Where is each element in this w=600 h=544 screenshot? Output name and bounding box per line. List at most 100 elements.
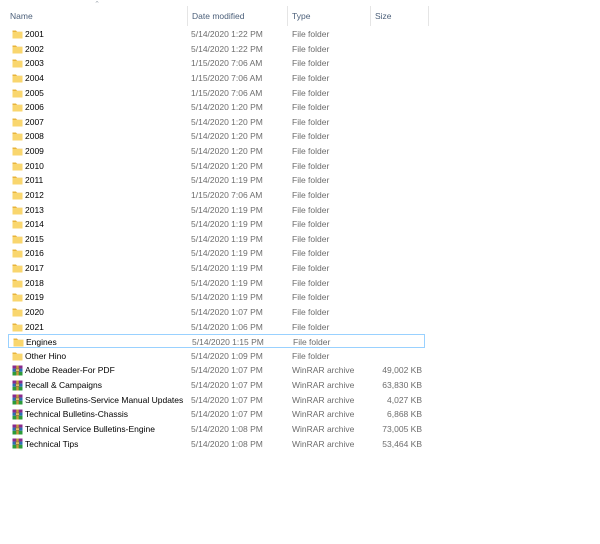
item-date-modified: 5/14/2020 1:19 PM: [191, 263, 263, 274]
item-type: WinRAR archive: [292, 438, 355, 449]
folder-row[interactable]: 2003 1/15/2020 7:06 AM File folder: [8, 56, 425, 70]
folder-row[interactable]: 2016 5/14/2020 1:19 PM File folder: [8, 246, 425, 260]
folder-icon: [12, 278, 23, 288]
item-date-modified: 5/14/2020 1:09 PM: [191, 350, 263, 361]
item-name: 2018: [25, 277, 44, 288]
item-date-modified: 5/14/2020 1:19 PM: [191, 248, 263, 259]
item-type: File folder: [292, 350, 330, 361]
file-row[interactable]: Technical Tips 5/14/2020 1:08 PM WinRAR ar…: [8, 437, 425, 451]
column-header-type[interactable]: Type: [292, 6, 310, 26]
sort-ascending-icon: ⌃: [94, 1, 100, 8]
item-name: Technical Service Bulletins-Engine: [25, 424, 155, 434]
folder-row[interactable]: 2009 5/14/2020 1:20 PM File folder: [8, 144, 425, 158]
file-row[interactable]: Technical Bulletins-Chassis 5/14/2020 1:0…: [8, 407, 425, 421]
item-date-modified: 5/14/2020 1:07 PM: [191, 394, 263, 405]
folder-row[interactable]: Engines 5/14/2020 1:15 PM File folder: [8, 334, 425, 349]
winrar-archive-icon: [12, 409, 23, 420]
item-date-modified: 5/14/2020 1:08 PM: [191, 424, 263, 434]
item-type: File folder: [292, 175, 330, 186]
item-name: 2017: [25, 263, 44, 274]
folder-row[interactable]: 2019 5/14/2020 1:19 PM File folder: [8, 290, 425, 304]
folder-row[interactable]: 2011 5/14/2020 1:19 PM File folder: [8, 173, 425, 187]
item-date-modified: 5/14/2020 1:22 PM: [191, 29, 263, 39]
file-row[interactable]: Adobe Reader-For PDF 5/14/2020 1:07 PM Win…: [8, 363, 425, 377]
folder-icon: [13, 337, 24, 347]
item-date-modified: 1/15/2020 7:06 AM: [191, 87, 263, 98]
folder-row[interactable]: 2006 5/14/2020 1:20 PM File folder: [8, 100, 425, 114]
folder-row[interactable]: 2021 5/14/2020 1:06 PM File folder: [8, 320, 425, 334]
folder-icon: [12, 190, 23, 200]
winrar-archive-icon: [12, 380, 23, 391]
folder-row[interactable]: 2012 1/15/2020 7:06 AM File folder: [8, 188, 425, 202]
file-row[interactable]: Service Bulletins-Service Manual Updates…: [8, 393, 425, 407]
item-name: 2007: [25, 116, 44, 127]
item-name: 2019: [25, 292, 44, 303]
item-type: File folder: [292, 29, 330, 39]
item-name: 2010: [25, 160, 44, 171]
item-name: 2004: [25, 72, 44, 83]
folder-icon: [12, 44, 23, 54]
folder-icon: [12, 307, 23, 317]
item-type: WinRAR archive: [292, 394, 355, 405]
item-type: File folder: [292, 219, 330, 230]
item-size: 49,002 KB: [382, 365, 422, 376]
item-size: 63,830 KB: [382, 380, 422, 391]
file-row[interactable]: Technical Service Bulletins-Engine 5/14/2…: [8, 422, 425, 436]
folder-row[interactable]: 2004 1/15/2020 7:06 AM File folder: [8, 71, 425, 85]
item-type: File folder: [292, 160, 330, 171]
item-size: 4,027 KB: [387, 394, 422, 405]
folder-icon: [12, 175, 23, 185]
column-divider[interactable]: [370, 6, 371, 26]
folder-row[interactable]: 2018 5/14/2020 1:19 PM File folder: [8, 276, 425, 290]
folder-row[interactable]: 2014 5/14/2020 1:19 PM File folder: [8, 217, 425, 231]
item-date-modified: 1/15/2020 7:06 AM: [191, 189, 263, 200]
folder-row[interactable]: 2015 5/14/2020 1:19 PM File folder: [8, 232, 425, 246]
folder-row[interactable]: 2017 5/14/2020 1:19 PM File folder: [8, 261, 425, 275]
folder-row[interactable]: 2020 5/14/2020 1:07 PM File folder: [8, 305, 425, 319]
folder-row[interactable]: 2002 5/14/2020 1:22 PM File folder: [8, 42, 425, 56]
item-name: 2013: [25, 204, 44, 215]
folder-row[interactable]: Other Hino 5/14/2020 1:09 PM File folder: [8, 349, 425, 363]
item-name: Technical Bulletins-Chassis: [25, 409, 128, 420]
column-header-date-modified[interactable]: Date modified: [192, 6, 244, 26]
folder-row[interactable]: 2008 5/14/2020 1:20 PM File folder: [8, 129, 425, 143]
folder-row[interactable]: 2013 5/14/2020 1:19 PM File folder: [8, 203, 425, 217]
folder-row[interactable]: 2005 1/15/2020 7:06 AM File folder: [8, 86, 425, 100]
item-date-modified: 5/14/2020 1:08 PM: [191, 438, 263, 449]
item-type: File folder: [292, 248, 330, 259]
column-header-bar: ⌃ Name Date modified Type Size: [0, 1, 430, 26]
item-date-modified: 5/14/2020 1:19 PM: [191, 219, 263, 230]
item-name: 2002: [25, 43, 44, 54]
column-divider[interactable]: [187, 6, 188, 26]
folder-row[interactable]: 2010 5/14/2020 1:20 PM File folder: [8, 159, 425, 173]
winrar-archive-icon: [12, 424, 23, 434]
item-date-modified: 5/14/2020 1:20 PM: [191, 146, 263, 157]
item-date-modified: 5/14/2020 1:20 PM: [191, 102, 263, 113]
item-name: 2014: [25, 219, 44, 230]
item-name: Service Bulletins-Service Manual Updates: [25, 394, 184, 405]
item-date-modified: 5/14/2020 1:19 PM: [191, 277, 263, 288]
column-header-name[interactable]: Name: [10, 6, 33, 26]
item-date-modified: 5/14/2020 1:15 PM: [192, 337, 264, 348]
winrar-archive-icon: [12, 365, 23, 376]
item-name: Recall & Campaigns: [25, 380, 103, 391]
item-type: File folder: [292, 116, 330, 127]
item-size: 73,005 KB: [382, 424, 422, 434]
folder-row[interactable]: 2007 5/14/2020 1:20 PM File folder: [8, 115, 425, 129]
file-row[interactable]: Recall & Campaigns 5/14/2020 1:07 PM WinRA…: [8, 378, 425, 392]
column-header-size[interactable]: Size: [375, 6, 392, 26]
item-name: 2003: [25, 58, 44, 69]
item-date-modified: 5/14/2020 1:19 PM: [191, 175, 263, 186]
item-type: File folder: [292, 277, 330, 288]
item-size: 6,868 KB: [387, 409, 422, 420]
item-type: File folder: [292, 43, 330, 54]
item-name: 2012: [25, 189, 44, 200]
item-date-modified: 5/14/2020 1:19 PM: [191, 292, 263, 303]
folder-icon: [12, 58, 23, 68]
column-divider[interactable]: [428, 6, 429, 26]
folder-icon: [12, 117, 23, 127]
item-name: 2021: [25, 321, 44, 332]
folder-row[interactable]: 2001 5/14/2020 1:22 PM File folder: [8, 27, 425, 41]
item-date-modified: 5/14/2020 1:07 PM: [191, 365, 263, 376]
column-divider[interactable]: [287, 6, 288, 26]
